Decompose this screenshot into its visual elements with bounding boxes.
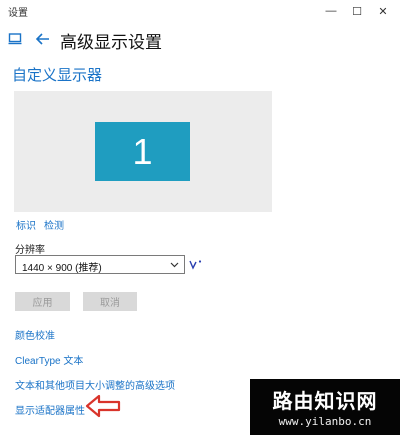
window-titlebar: 设置 — ☐ ✕ [0,0,400,22]
display-arrangement-area: 1 [14,91,272,212]
maximize-button[interactable]: ☐ [346,1,368,21]
page-header: 高级显示设置 [0,24,400,54]
color-calibration-link[interactable]: 颜色校准 [15,327,55,342]
close-button[interactable]: ✕ [372,1,394,21]
section-title: 自定义显示器 [12,67,103,84]
page-title: 高级显示设置 [60,33,162,52]
identify-link[interactable]: 标识 [16,217,36,232]
monitor-number: 1 [132,130,153,172]
watermark-url: www.yilanbo.cn [278,415,372,428]
minimize-button[interactable]: — [320,1,342,21]
red-arrow-icon [85,394,121,418]
display-adapter-properties-link[interactable]: 显示适配器属性 [15,402,85,417]
mouse-cursor-icon [189,260,202,270]
cleartype-text-link[interactable]: ClearType 文本 [15,352,83,367]
back-arrow-icon[interactable] [34,30,52,48]
watermark-badge: 路由知识网 www.yilanbo.cn [250,379,400,435]
resolution-dropdown[interactable]: 1440 × 900 (推荐) [15,255,185,274]
monitor-icon[interactable] [8,32,22,46]
resolution-label: 分辨率 [15,245,45,256]
detect-link[interactable]: 检测 [44,217,64,232]
watermark-title: 路由知识网 [272,391,378,413]
cancel-button[interactable]: 取消 [83,292,137,311]
advanced-text-sizing-link[interactable]: 文本和其他项目大小调整的高级选项 [15,377,175,392]
resolution-value: 1440 × 900 (推荐) [22,263,102,274]
chevron-down-icon [170,262,179,268]
monitor-tile[interactable]: 1 [95,122,190,181]
window-title: 设置 [8,8,28,19]
apply-button[interactable]: 应用 [15,292,70,311]
